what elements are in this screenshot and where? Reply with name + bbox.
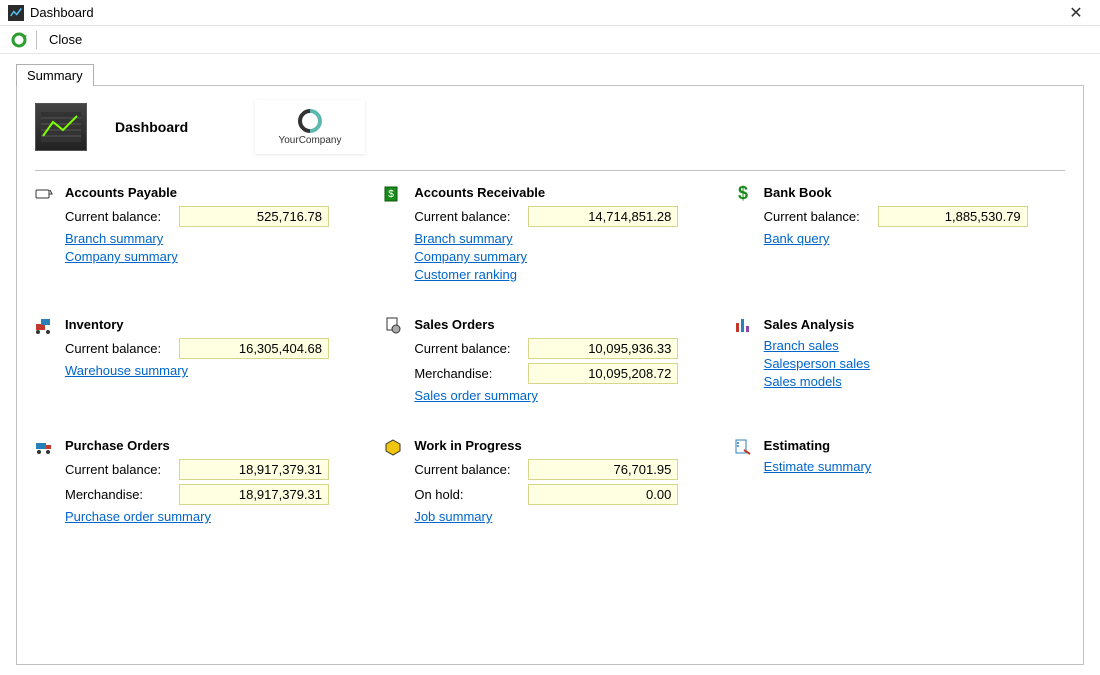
bank-book-icon: $ (734, 185, 754, 285)
close-icon[interactable]: ✕ (1060, 1, 1092, 25)
link-branch-summary[interactable]: Branch summary (65, 231, 163, 246)
section-bank-book: $ Bank Book Current balance: 1,885,530.7… (734, 185, 1065, 285)
field-label: Current balance: (414, 341, 528, 356)
company-logo-icon (293, 104, 327, 138)
dashboard-chart-icon (35, 103, 87, 151)
link-salesperson-sales[interactable]: Salesperson sales (764, 356, 870, 371)
field-value: 10,095,936.33 (528, 338, 678, 359)
field-value: 16,305,404.68 (179, 338, 329, 359)
link-sales-models[interactable]: Sales models (764, 374, 842, 389)
sales-orders-icon (384, 317, 404, 406)
refresh-icon[interactable] (10, 31, 28, 49)
sections-grid: Accounts Payable Current balance: 525,71… (35, 185, 1065, 527)
field-label: Current balance: (65, 209, 179, 224)
field-label: Current balance: (65, 462, 179, 477)
work-in-progress-icon (384, 438, 404, 527)
toolbar-separator (36, 31, 37, 49)
section-inventory: Inventory Current balance: 16,305,404.68… (35, 317, 366, 406)
header-row: Dashboard YourCompany (35, 100, 1065, 171)
accounts-payable-icon (35, 185, 55, 285)
field-value: 76,701.95 (528, 459, 678, 480)
window-title: Dashboard (30, 5, 1060, 20)
sales-analysis-icon (734, 317, 754, 406)
section-title: Estimating (764, 438, 1065, 453)
svg-text:$: $ (389, 189, 395, 200)
field-value: 525,716.78 (179, 206, 329, 227)
link-estimate-summary[interactable]: Estimate summary (764, 459, 872, 474)
link-sales-order-summary[interactable]: Sales order summary (414, 388, 538, 403)
field-value: 1,885,530.79 (878, 206, 1028, 227)
tabstrip: Summary (16, 64, 1084, 86)
toolbar: Close (0, 26, 1100, 54)
link-branch-summary[interactable]: Branch summary (414, 231, 512, 246)
section-title: Sales Analysis (764, 317, 1065, 332)
section-accounts-payable: Accounts Payable Current balance: 525,71… (35, 185, 366, 285)
field-label: Merchandise: (414, 366, 528, 381)
company-logo: YourCompany (255, 100, 365, 154)
section-title: Purchase Orders (65, 438, 366, 453)
section-title: Accounts Payable (65, 185, 366, 200)
field-label: Current balance: (414, 462, 528, 477)
field-label: Merchandise: (65, 487, 179, 502)
section-sales-analysis: Sales Analysis Branch sales Salesperson … (734, 317, 1065, 406)
field-label: Current balance: (764, 209, 878, 224)
svg-text:$: $ (738, 185, 748, 203)
field-value: 10,095,208.72 (528, 363, 678, 384)
link-company-summary[interactable]: Company summary (65, 249, 178, 264)
main-area: Summary Dashboard YourCompany (0, 54, 1100, 675)
section-estimating: Estimating Estimate summary (734, 438, 1065, 527)
tab-summary[interactable]: Summary (16, 64, 94, 86)
field-label: Current balance: (414, 209, 528, 224)
link-job-summary[interactable]: Job summary (414, 509, 492, 524)
titlebar: Dashboard ✕ (0, 0, 1100, 26)
field-value: 0.00 (528, 484, 678, 505)
section-work-in-progress: Work in Progress Current balance: 76,701… (384, 438, 715, 527)
link-company-summary[interactable]: Company summary (414, 249, 527, 264)
app-chart-icon (8, 5, 24, 21)
link-branch-sales[interactable]: Branch sales (764, 338, 839, 353)
content-panel: Dashboard YourCompany Accounts Payable C… (16, 85, 1084, 665)
company-logo-text: YourCompany (278, 135, 341, 146)
field-label: On hold: (414, 487, 528, 502)
page-title: Dashboard (115, 119, 235, 135)
inventory-icon (35, 317, 55, 406)
link-customer-ranking[interactable]: Customer ranking (414, 267, 517, 282)
link-purchase-order-summary[interactable]: Purchase order summary (65, 509, 211, 524)
field-value: 18,917,379.31 (179, 459, 329, 480)
link-bank-query[interactable]: Bank query (764, 231, 830, 246)
accounts-receivable-icon: $ (384, 185, 404, 285)
section-title: Sales Orders (414, 317, 715, 332)
section-title: Bank Book (764, 185, 1065, 200)
close-button[interactable]: Close (45, 30, 86, 49)
field-value: 18,917,379.31 (179, 484, 329, 505)
estimating-icon (734, 438, 754, 527)
section-title: Accounts Receivable (414, 185, 715, 200)
section-title: Inventory (65, 317, 366, 332)
section-accounts-receivable: $ Accounts Receivable Current balance: 1… (384, 185, 715, 285)
purchase-orders-icon (35, 438, 55, 527)
section-purchase-orders: Purchase Orders Current balance: 18,917,… (35, 438, 366, 527)
field-label: Current balance: (65, 341, 179, 356)
link-warehouse-summary[interactable]: Warehouse summary (65, 363, 188, 378)
section-sales-orders: Sales Orders Current balance: 10,095,936… (384, 317, 715, 406)
section-title: Work in Progress (414, 438, 715, 453)
field-value: 14,714,851.28 (528, 206, 678, 227)
